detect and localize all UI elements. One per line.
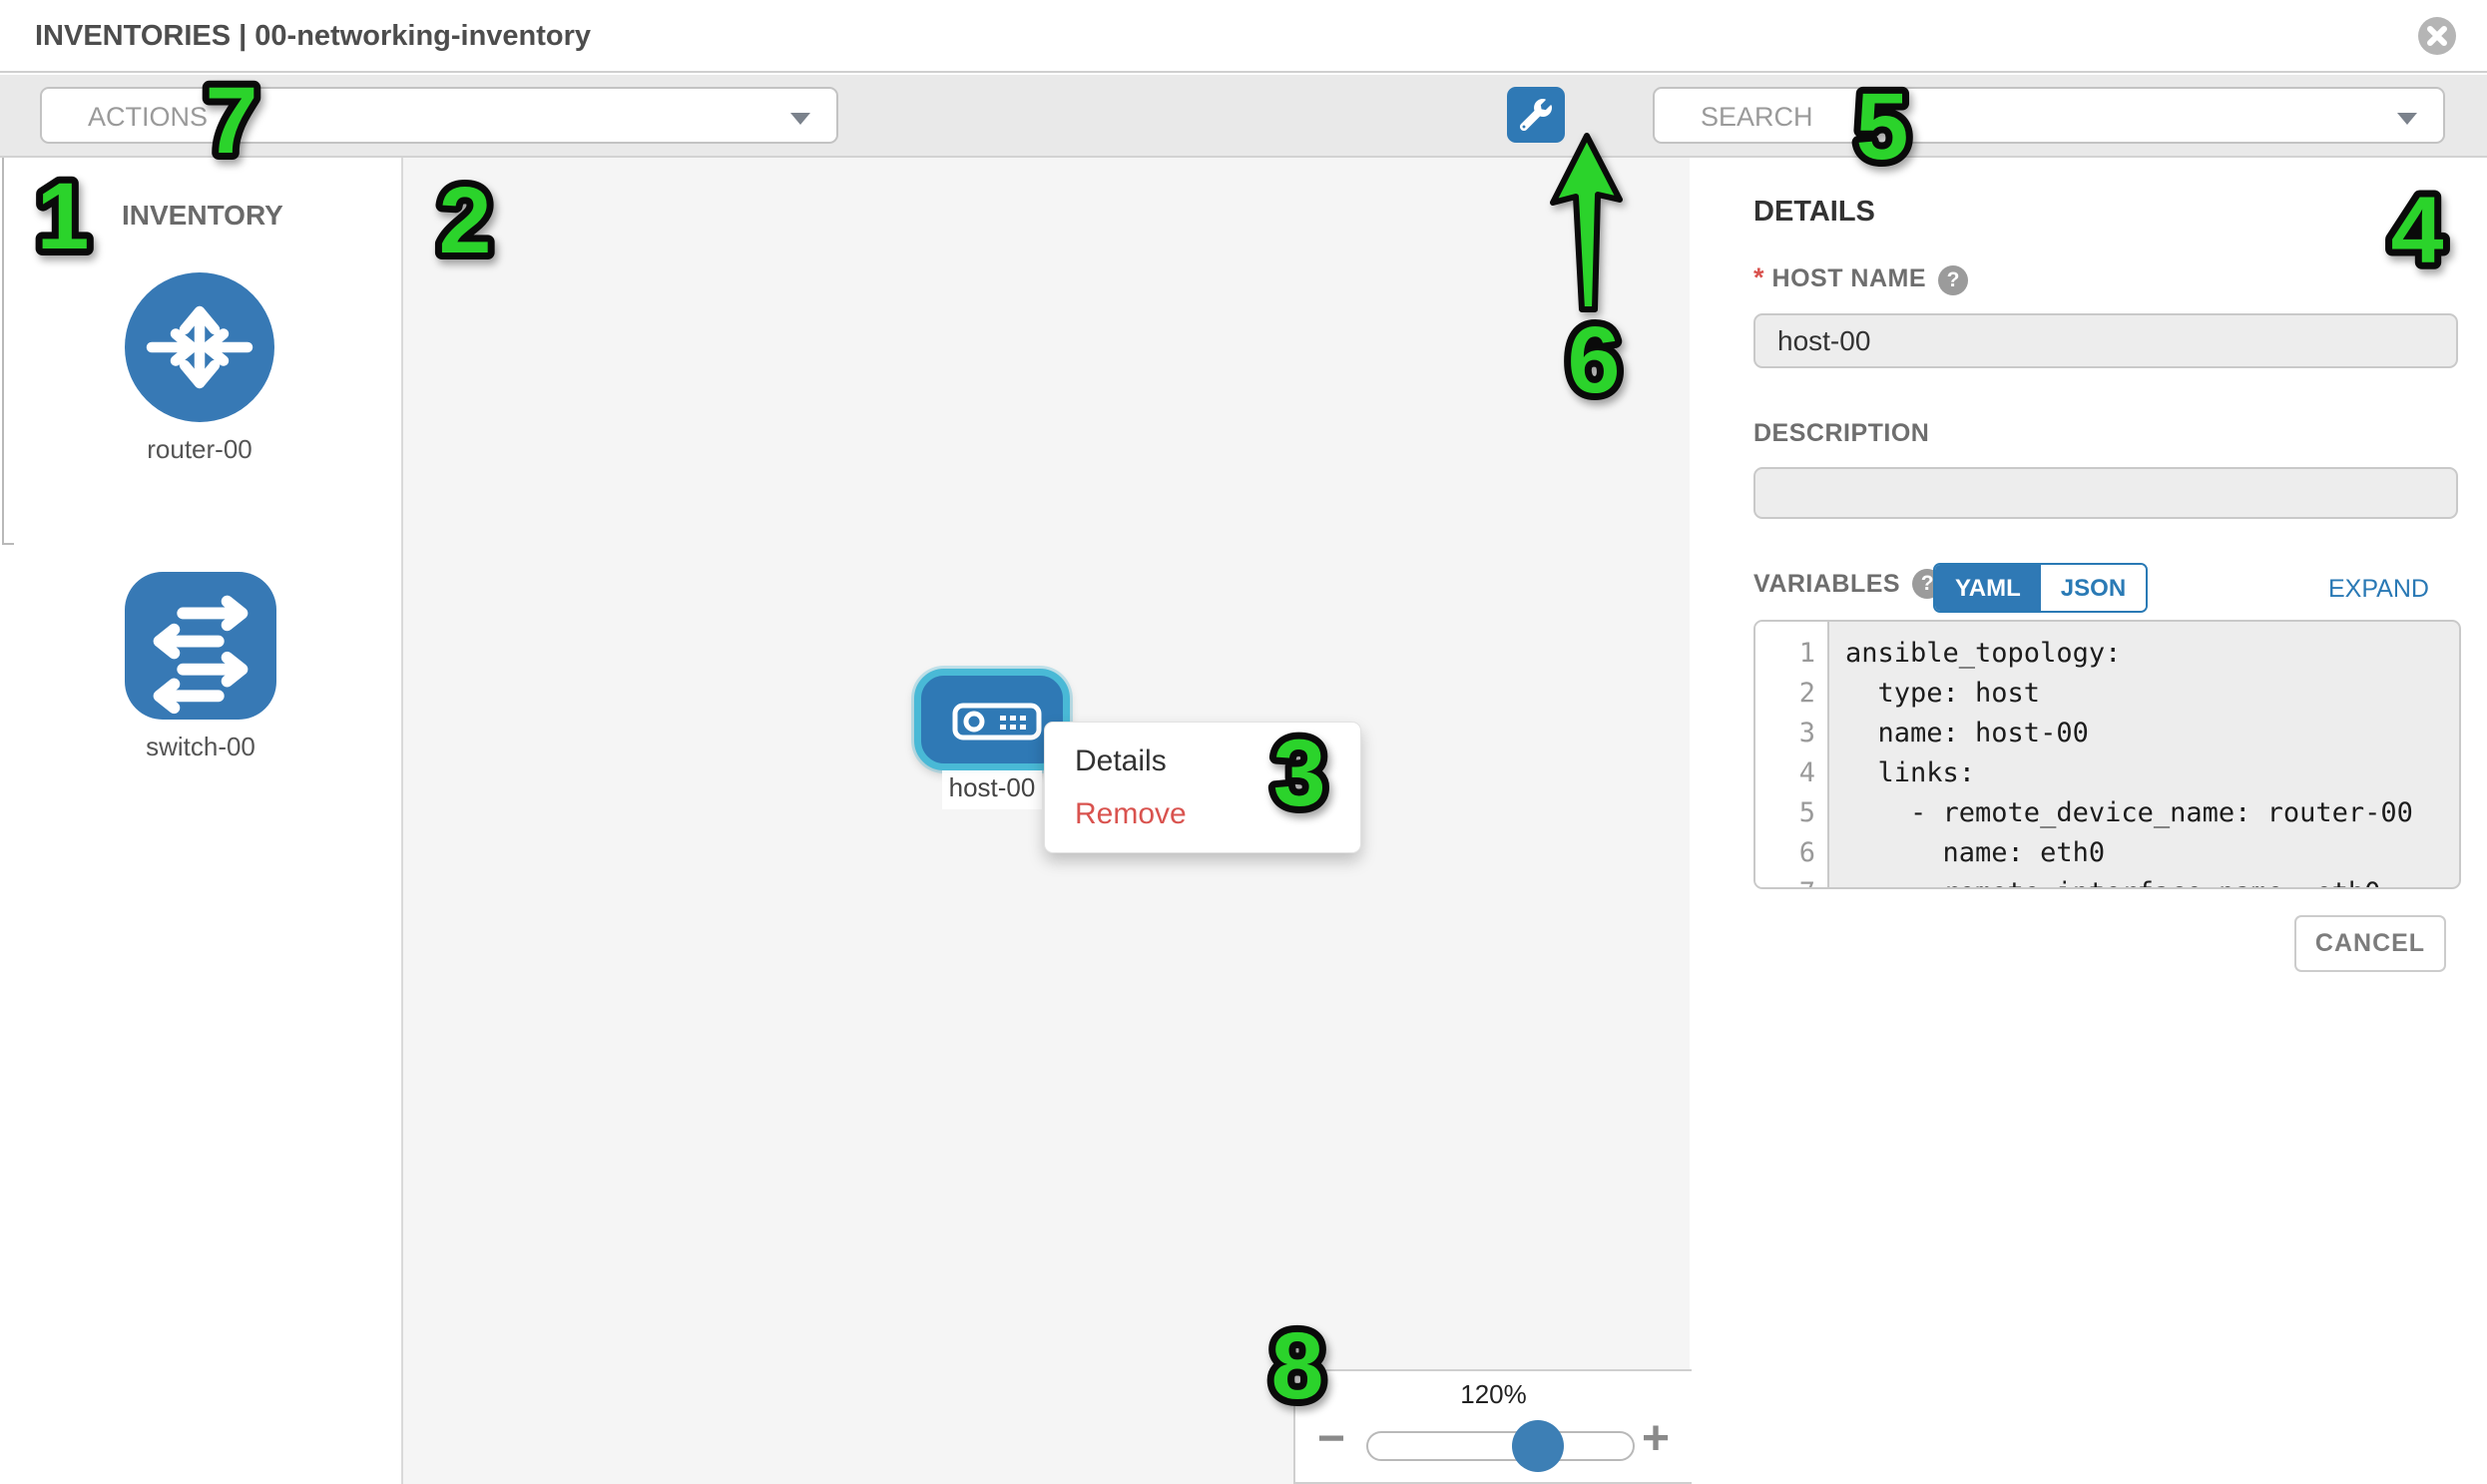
search-dropdown[interactable]: SEARCH	[1653, 87, 2445, 144]
server-icon	[952, 703, 1042, 741]
palette-item-switch[interactable]: switch-00	[125, 572, 276, 762]
zoom-in-button[interactable]: +	[1642, 1419, 1670, 1459]
zoom-control: 120% − +	[1293, 1369, 1692, 1484]
chevron-down-icon	[790, 113, 810, 125]
search-placeholder: SEARCH	[1701, 102, 1813, 133]
chevron-down-icon	[2397, 113, 2417, 125]
host-name-input[interactable]	[1753, 313, 2458, 368]
zoom-slider[interactable]	[1366, 1431, 1635, 1461]
switch-icon	[125, 572, 276, 720]
close-icon	[2417, 43, 2457, 60]
code-line: ansible_topology:	[1845, 634, 2459, 674]
header-bar: INVENTORIES | 00-networking-inventory	[0, 0, 2487, 73]
line-number: 1	[1755, 634, 1827, 674]
palette-item-label: switch-00	[125, 732, 276, 762]
sidebar-title: INVENTORY	[122, 200, 283, 232]
code-line: links:	[1845, 753, 2459, 793]
toolbar: ACTIONS SEARCH	[0, 75, 2487, 158]
host-name-label: HOST NAME	[1772, 264, 1927, 292]
code-line: - remote_device_name: router-00	[1845, 793, 2459, 833]
host-name-field-label-row: * HOST NAME?	[1753, 262, 1968, 295]
zoom-out-button[interactable]: −	[1317, 1419, 1345, 1459]
code-line-numbers: 1 2 3 4 5 6 7	[1755, 622, 1829, 887]
close-button[interactable]	[2417, 16, 2457, 56]
code-content: ansible_topology: type: host name: host-…	[1829, 622, 2459, 887]
sidebar-scrollbar-tick	[2, 543, 14, 545]
json-toggle-button[interactable]: JSON	[2041, 565, 2146, 611]
panel-title: DETAILS	[1753, 196, 1875, 229]
host-node-label: host-00	[942, 770, 1042, 809]
zoom-slider-thumb[interactable]	[1512, 1420, 1564, 1472]
toolbar-tools-button[interactable]	[1507, 87, 1565, 143]
required-asterisk: *	[1753, 262, 1764, 292]
context-menu-item-details[interactable]: Details	[1075, 744, 1167, 778]
variables-format-toggle: YAML JSON	[1933, 563, 2148, 613]
yaml-toggle-button[interactable]: YAML	[1935, 565, 2041, 611]
line-number: 3	[1755, 714, 1827, 753]
line-number: 6	[1755, 833, 1827, 873]
context-menu-item-remove[interactable]: Remove	[1075, 797, 1187, 831]
description-input[interactable]	[1753, 467, 2458, 519]
variables-label-row: VARIABLES?	[1753, 569, 1942, 599]
details-panel: DETAILS * HOST NAME? DESCRIPTION VARIABLE…	[1692, 158, 2487, 1484]
code-line: name: host-00	[1845, 714, 2459, 753]
palette-item-router[interactable]: router-00	[125, 272, 274, 465]
actions-placeholder: ACTIONS	[88, 102, 208, 133]
wrench-icon	[1520, 99, 1552, 131]
code-line: name: eth0	[1845, 833, 2459, 873]
help-icon[interactable]: ?	[1938, 265, 1968, 295]
context-menu: Details Remove	[1044, 722, 1361, 853]
variables-code-editor[interactable]: 1 2 3 4 5 6 7 ansible_topology: type: ho…	[1753, 620, 2461, 889]
page-title: INVENTORIES | 00-networking-inventory	[35, 20, 591, 53]
code-line: type: host	[1845, 674, 2459, 714]
actions-dropdown[interactable]: ACTIONS	[40, 87, 838, 144]
variables-label: VARIABLES	[1753, 570, 1900, 599]
line-number: 4	[1755, 753, 1827, 793]
sidebar-scrollbar[interactable]	[2, 158, 4, 545]
expand-link[interactable]: EXPAND	[2328, 575, 2429, 604]
description-label: DESCRIPTION	[1753, 419, 1929, 448]
line-number: 5	[1755, 793, 1827, 833]
zoom-level-value: 120%	[1295, 1379, 1692, 1410]
cancel-button[interactable]: CANCEL	[2294, 915, 2446, 972]
router-icon	[125, 272, 274, 422]
code-line: remote_interface_name: eth0	[1845, 873, 2459, 889]
line-number: 2	[1755, 674, 1827, 714]
palette-item-label: router-00	[125, 434, 274, 465]
line-number: 7	[1755, 873, 1827, 889]
